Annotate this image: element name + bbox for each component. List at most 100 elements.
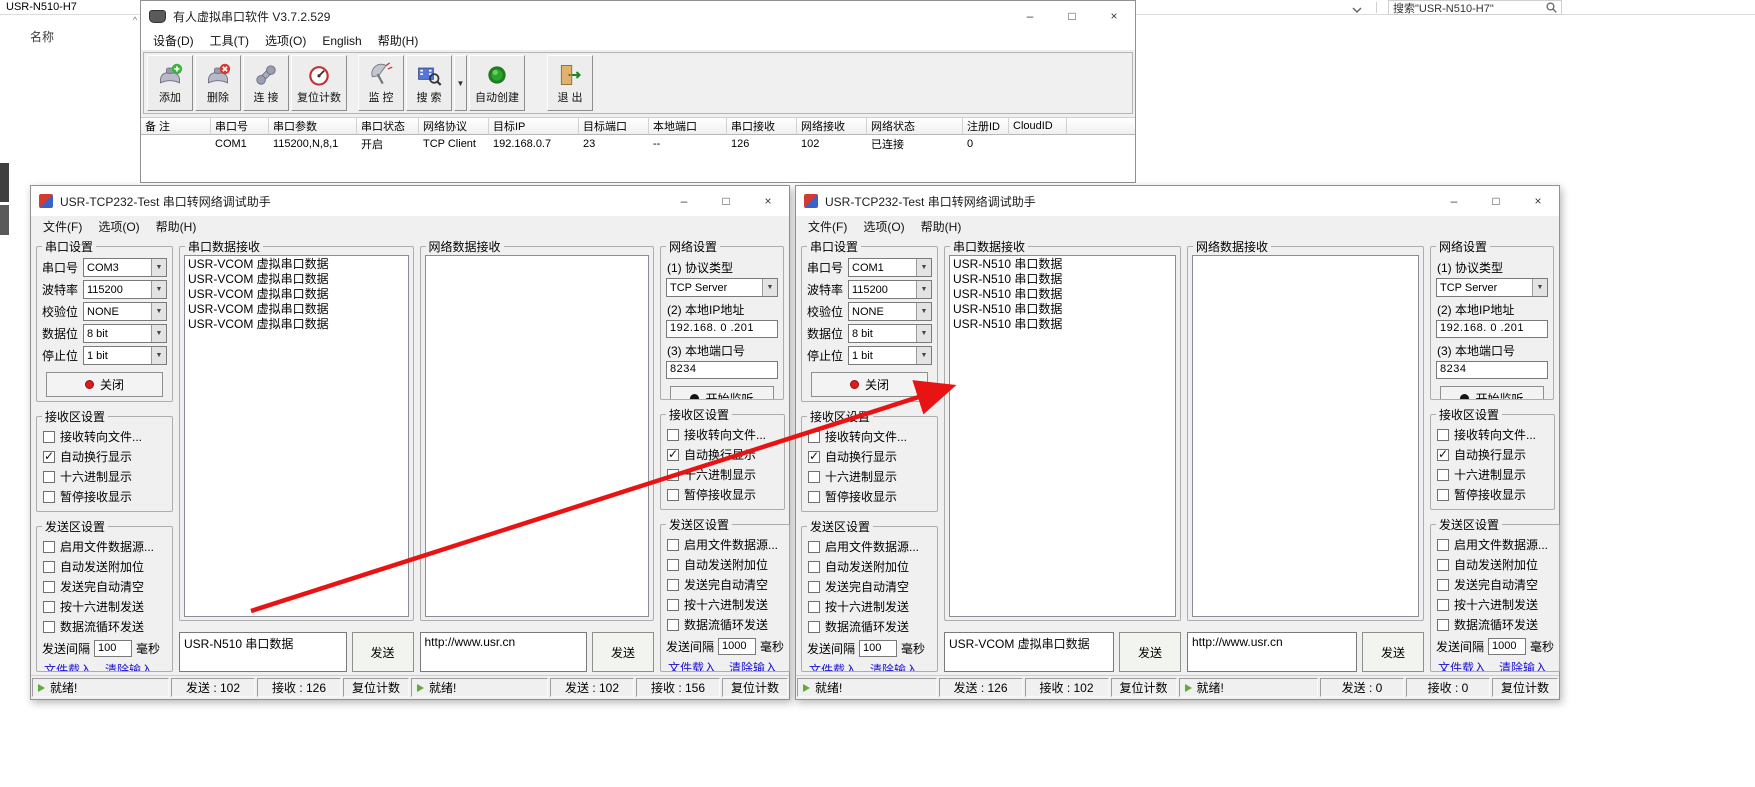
checkbox-clear-after-send[interactable]: 发送完自动清空 [1437, 576, 1553, 593]
local-ip-input[interactable]: 192.168. 0 .201 [666, 320, 778, 338]
minimize-button[interactable]: – [663, 186, 705, 216]
local-port-input[interactable]: 8234 [666, 361, 778, 379]
checkbox-auto-linewrap[interactable]: 自动换行显示 [43, 448, 166, 465]
search-button[interactable]: 搜 索 [406, 55, 452, 111]
checkbox-file-data-source[interactable]: 启用文件数据源... [667, 536, 783, 553]
chevron-down-icon[interactable] [1352, 3, 1362, 17]
explorer-search-input[interactable]: 搜索"USR-N510-H7" [1388, 0, 1562, 15]
maximize-button[interactable]: □ [1051, 1, 1093, 31]
checkbox-pause-receive[interactable]: 暂停接收显示 [808, 488, 931, 505]
checkbox-send-as-hex[interactable]: 按十六进制发送 [808, 598, 931, 615]
close-button[interactable]: × [1093, 1, 1135, 31]
clear-display-link[interactable]: 清除显示 [105, 509, 153, 512]
baud-rate-select[interactable]: 115200 [848, 280, 932, 299]
network-send-input[interactable]: http://www.usr.cn [420, 632, 588, 672]
chevron-down-icon[interactable] [916, 259, 931, 276]
checkbox-hex-display[interactable]: 十六进制显示 [43, 468, 166, 485]
serial-receive-area[interactable]: USR-N510 串口数据 USR-N510 串口数据 USR-N510 串口数… [949, 255, 1176, 617]
interval-input[interactable]: 1000 [718, 638, 756, 655]
checkbox-auto-linewrap[interactable]: 自动换行显示 [667, 446, 778, 463]
load-file-link[interactable]: 文件载入 [809, 661, 857, 672]
close-serial-button[interactable]: 关闭 [46, 372, 163, 397]
checkbox-clear-after-send[interactable]: 发送完自动清空 [667, 576, 783, 593]
reset-count-button[interactable]: 复位计数 [1492, 678, 1558, 697]
delete-button[interactable]: 删除 [195, 55, 241, 111]
save-data-link[interactable]: 保存数据 [809, 509, 857, 512]
column-header[interactable]: 网络接收 [797, 118, 867, 135]
menu-english[interactable]: English [314, 34, 369, 48]
checkbox-loop-send[interactable]: 数据流循环发送 [43, 618, 166, 635]
column-header[interactable]: 目标IP [489, 118, 579, 135]
auto-create-button[interactable]: 自动创建 [469, 55, 525, 111]
protocol-select[interactable]: TCP Server [666, 278, 778, 297]
checkbox-auto-send-append[interactable]: 自动发送附加位 [1437, 556, 1553, 573]
checkbox-send-as-hex[interactable]: 按十六进制发送 [667, 596, 783, 613]
column-header[interactable]: 网络协议 [419, 118, 489, 135]
clear-display-link[interactable]: 清除显示 [870, 509, 918, 512]
clear-display-link[interactable]: 清除显示 [1499, 507, 1547, 510]
reset-count-button[interactable]: 复位计数 [291, 55, 347, 111]
titlebar[interactable]: USR-TCP232-Test 串口转网络调试助手 – □ × [796, 186, 1559, 216]
checkbox-auto-linewrap[interactable]: 自动换行显示 [1437, 446, 1548, 463]
checkbox-pause-receive[interactable]: 暂停接收显示 [43, 488, 166, 505]
checkbox-auto-send-append[interactable]: 自动发送附加位 [808, 558, 931, 575]
clear-display-link[interactable]: 清除显示 [729, 507, 777, 510]
checkbox-auto-send-append[interactable]: 自动发送附加位 [43, 558, 166, 575]
network-receive-area[interactable] [1192, 255, 1419, 617]
chevron-down-icon[interactable] [151, 325, 166, 342]
checkbox-loop-send[interactable]: 数据流循环发送 [667, 616, 783, 633]
column-header[interactable]: 串口号 [211, 118, 269, 135]
interval-input[interactable]: 100 [94, 640, 132, 657]
column-header[interactable]: 串口参数 [269, 118, 357, 135]
reset-count-button[interactable]: 复位计数 [343, 678, 409, 697]
load-file-link[interactable]: 文件载入 [668, 659, 716, 672]
close-button[interactable]: × [747, 186, 789, 216]
interval-input[interactable]: 100 [859, 640, 897, 657]
connect-button[interactable]: 连 接 [243, 55, 289, 111]
serial-receive-area[interactable]: USR-VCOM 虚拟串口数据 USR-VCOM 虚拟串口数据 USR-VCOM… [184, 255, 409, 617]
menu-options[interactable]: 选项(O) [855, 218, 912, 235]
column-header[interactable]: CloudID [1009, 118, 1067, 135]
search-dropdown-arrow[interactable]: ▼ [454, 55, 467, 111]
local-ip-input[interactable]: 192.168. 0 .201 [1436, 320, 1548, 338]
chevron-down-icon[interactable] [151, 347, 166, 364]
checkbox-hex-display[interactable]: 十六进制显示 [667, 466, 778, 483]
checkbox-loop-send[interactable]: 数据流循环发送 [808, 618, 931, 635]
save-data-link[interactable]: 保存数据 [1438, 507, 1486, 510]
checkbox-send-as-hex[interactable]: 按十六进制发送 [43, 598, 166, 615]
minimize-button[interactable]: – [1009, 1, 1051, 31]
reset-count-button[interactable]: 复位计数 [1111, 678, 1177, 697]
checkbox-send-as-hex[interactable]: 按十六进制发送 [1437, 596, 1553, 613]
local-port-input[interactable]: 8234 [1436, 361, 1548, 379]
column-header[interactable]: 串口状态 [357, 118, 419, 135]
start-listen-button[interactable]: 开始监听 [1440, 386, 1544, 400]
clear-input-link[interactable]: 清除输入 [729, 659, 777, 672]
column-header[interactable]: 备 注 [141, 118, 211, 135]
add-button[interactable]: 添加 [147, 55, 193, 111]
menu-tools[interactable]: 工具(T) [202, 32, 257, 49]
chevron-down-icon[interactable] [1532, 279, 1547, 296]
chevron-down-icon[interactable] [916, 281, 931, 298]
checkbox-receive-to-file[interactable]: 接收转向文件... [1437, 426, 1548, 443]
load-file-link[interactable]: 文件载入 [1438, 659, 1486, 672]
menu-options[interactable]: 选项(O) [257, 32, 314, 49]
com-port-select[interactable]: COM3 [83, 258, 167, 277]
checkbox-loop-send[interactable]: 数据流循环发送 [1437, 616, 1553, 633]
serial-send-input[interactable]: USR-VCOM 虚拟串口数据 [944, 632, 1114, 672]
menu-options[interactable]: 选项(O) [90, 218, 147, 235]
data-bits-select[interactable]: 8 bit [83, 324, 167, 343]
table-row[interactable]: COM1 115200,N,8,1 开启 TCP Client 192.168.… [141, 135, 1135, 152]
stop-bits-select[interactable]: 1 bit [848, 346, 932, 365]
checkbox-file-data-source[interactable]: 启用文件数据源... [43, 538, 166, 555]
clear-input-link[interactable]: 清除输入 [870, 661, 918, 672]
network-send-button[interactable]: 发送 [592, 632, 654, 672]
checkbox-hex-display[interactable]: 十六进制显示 [808, 468, 931, 485]
minimize-button[interactable]: – [1433, 186, 1475, 216]
menu-help[interactable]: 帮助(H) [370, 32, 427, 49]
checkbox-auto-linewrap[interactable]: 自动换行显示 [808, 448, 931, 465]
menu-help[interactable]: 帮助(H) [913, 218, 970, 235]
serial-send-input[interactable]: USR-N510 串口数据 [179, 632, 347, 672]
save-data-link[interactable]: 保存数据 [668, 507, 716, 510]
parity-select[interactable]: NONE [848, 302, 932, 321]
serial-send-button[interactable]: 发送 [1119, 632, 1181, 672]
